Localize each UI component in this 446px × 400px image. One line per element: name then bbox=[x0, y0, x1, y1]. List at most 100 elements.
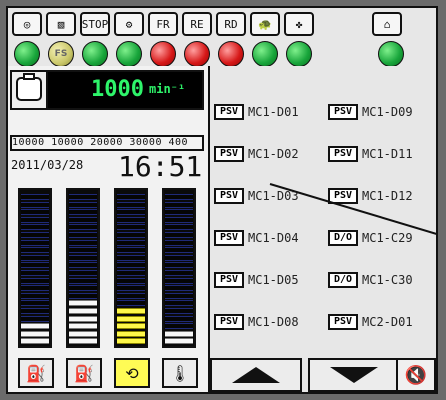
bar-segment bbox=[21, 224, 49, 231]
bar-segment bbox=[69, 209, 97, 216]
valve-list: PSV MC1-D01 PSV MC1-D09 PSV MC1-D02 PSV MC1-D11… bbox=[210, 66, 436, 351]
bar-segment bbox=[69, 232, 97, 238]
valve-tag: PSV bbox=[214, 314, 244, 330]
bar-segment bbox=[69, 277, 97, 284]
bar-segment bbox=[117, 194, 145, 200]
level-bars bbox=[18, 188, 200, 348]
bar-segment bbox=[21, 338, 49, 345]
valve-item: PSV MC1-D12 bbox=[328, 186, 413, 206]
bar-segment bbox=[21, 323, 49, 330]
valve-item: PSV MC1-D09 bbox=[328, 102, 413, 122]
valve-tag: D/O bbox=[328, 230, 358, 246]
bar-segment bbox=[165, 224, 193, 231]
stop-icon: STOP bbox=[80, 12, 110, 36]
filter-icon: ▧ bbox=[46, 12, 76, 36]
bar-segment bbox=[165, 216, 193, 223]
valve-item: PSV MC1-D03 bbox=[214, 186, 299, 206]
bar-segment bbox=[21, 285, 49, 292]
bar-segment bbox=[21, 216, 49, 223]
bar-segment bbox=[117, 285, 145, 292]
top-status-bar: ◎ ▧ STOP ⚙ FR RE RD 🐢 ✤ ⌂ FS bbox=[8, 8, 436, 67]
bar-segment bbox=[69, 201, 97, 208]
bar-segment bbox=[21, 330, 49, 337]
hours-text: 10000 10000 20000 30000 400 bbox=[12, 137, 189, 148]
bar-segment bbox=[69, 254, 97, 261]
valve-tag: PSV bbox=[328, 314, 358, 330]
bar-segment bbox=[69, 338, 97, 345]
valve-label: MC1-D09 bbox=[362, 105, 413, 119]
bar-segment bbox=[21, 308, 49, 314]
bar-segment bbox=[21, 247, 49, 254]
valve-tag: PSV bbox=[214, 272, 244, 288]
valve-label: MC1-D01 bbox=[248, 105, 299, 119]
valve-tag: PSV bbox=[328, 146, 358, 162]
bar-segment bbox=[117, 201, 145, 208]
bar-segment bbox=[165, 201, 193, 208]
down-arrow-icon bbox=[330, 367, 378, 383]
bar-segment bbox=[21, 201, 49, 208]
bar-segment bbox=[69, 323, 97, 330]
bar-segment bbox=[21, 232, 49, 238]
fuel-icon: ⛽ bbox=[66, 358, 102, 388]
valve-label: MC1-D05 bbox=[248, 273, 299, 287]
valve-item: D/O MC1-C29 bbox=[328, 228, 413, 248]
bar-segment bbox=[117, 315, 145, 322]
bar-segment bbox=[117, 330, 145, 337]
bar-segment bbox=[117, 232, 145, 238]
bar-segment bbox=[117, 338, 145, 345]
bar-segment bbox=[117, 270, 145, 276]
valve-item: PSV MC1-D11 bbox=[328, 144, 413, 164]
flow-icon: ⟲ bbox=[114, 358, 150, 388]
bar-segment bbox=[165, 277, 193, 284]
bar-segment bbox=[165, 315, 193, 322]
rpm-display: 1000 min⁻¹ bbox=[10, 70, 204, 110]
bar-segment bbox=[69, 308, 97, 314]
bar-segment bbox=[117, 262, 145, 269]
status-lamp-4 bbox=[116, 41, 142, 67]
bar-segment bbox=[117, 308, 145, 314]
valve-item: PSV MC1-D02 bbox=[214, 144, 299, 164]
left-panel: 1000 min⁻¹ 10000 10000 20000 30000 400 2… bbox=[8, 66, 210, 392]
rpm-value: 1000 bbox=[91, 77, 144, 102]
bar-segment bbox=[21, 239, 49, 246]
page-up-button[interactable] bbox=[210, 358, 302, 392]
bar-segment bbox=[69, 224, 97, 231]
bar-segment bbox=[117, 209, 145, 216]
valve-tag: PSV bbox=[328, 188, 358, 204]
network-icon: ⚙ bbox=[114, 12, 144, 36]
re-icon: RE bbox=[182, 12, 212, 36]
bar-segment bbox=[117, 247, 145, 254]
bar-segment bbox=[69, 194, 97, 200]
bar-segment bbox=[21, 315, 49, 322]
bar-segment bbox=[165, 323, 193, 330]
bar-segment bbox=[117, 224, 145, 231]
bar-segment bbox=[165, 254, 193, 261]
status-lamp-7 bbox=[218, 41, 244, 67]
key-icon: ⌂ bbox=[372, 12, 402, 36]
engine-shape bbox=[16, 73, 42, 101]
bar-segment bbox=[117, 239, 145, 246]
bar-segment bbox=[165, 194, 193, 200]
valve-label: MC1-D03 bbox=[248, 189, 299, 203]
bar-4 bbox=[162, 188, 196, 348]
temperature-icon: 🌡 bbox=[162, 358, 198, 388]
bar-segment bbox=[21, 209, 49, 216]
bar-segment bbox=[117, 254, 145, 261]
status-lamp-5 bbox=[150, 41, 176, 67]
fan-icon: ✤ bbox=[284, 12, 314, 36]
valve-tag: PSV bbox=[328, 104, 358, 120]
bar-segment bbox=[69, 270, 97, 276]
valve-label: MC1-C29 bbox=[362, 231, 413, 245]
bar-segment bbox=[165, 285, 193, 292]
bar-segment bbox=[69, 292, 97, 299]
bar-segment bbox=[117, 277, 145, 284]
bar-segment bbox=[165, 308, 193, 314]
ui-screen: ◎ ▧ STOP ⚙ FR RE RD 🐢 ✤ ⌂ FS 1000 min⁻¹ … bbox=[6, 6, 438, 394]
bar-segment bbox=[69, 315, 97, 322]
mute-button[interactable]: 🔇 bbox=[396, 358, 436, 392]
bar-segment bbox=[165, 338, 193, 345]
bar-segment bbox=[165, 270, 193, 276]
status-lamp-2: FS bbox=[48, 41, 74, 67]
valve-item: D/O MC1-C30 bbox=[328, 270, 413, 290]
page-down-button[interactable] bbox=[308, 358, 400, 392]
